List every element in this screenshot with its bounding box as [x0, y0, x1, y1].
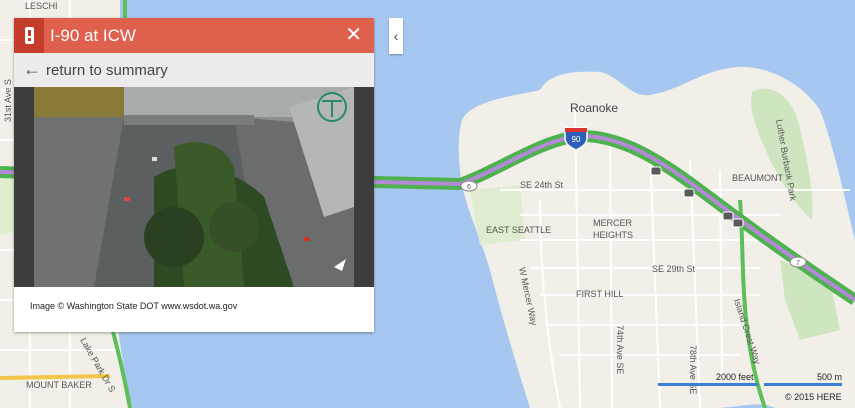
image-credit: Image © Washington State DOT www.wsdot.w…	[30, 301, 238, 311]
svg-text:7: 7	[796, 260, 800, 267]
collapse-panel-button[interactable]: ‹	[389, 18, 403, 54]
scale-line-meters	[764, 383, 842, 386]
label-leschi: LESCHI	[25, 1, 58, 11]
scale-meters-label: 500 m	[816, 372, 842, 382]
camera-marker-2[interactable]	[683, 188, 695, 198]
camera-marker-4[interactable]	[732, 218, 744, 228]
label-31st-ave: 31st Ave S	[3, 79, 13, 122]
back-arrow-icon: ←	[23, 59, 41, 79]
traffic-camera-image[interactable]	[34, 87, 354, 287]
i90-shield-label: 90	[572, 135, 581, 144]
label-roanoke: Roanoke	[570, 101, 618, 115]
camera-marker-3[interactable]	[722, 211, 734, 221]
label-se-29th: SE 29th St	[652, 264, 696, 274]
traffic-camera-panel: I-90 at ICW ✕ ← return to summary Image …	[14, 18, 374, 332]
route-7-shield: 7	[789, 256, 807, 268]
panel-header: I-90 at ICW ✕	[14, 18, 374, 53]
map-copyright: © 2015 HERE	[785, 392, 842, 402]
label-74th-ave: 74th Ave SE	[615, 325, 625, 374]
return-to-summary-label: return to summary	[46, 62, 168, 79]
label-mercer-heights-2: HEIGHTS	[593, 230, 633, 240]
close-button[interactable]: ✕	[345, 25, 362, 45]
camera-marker-1[interactable]	[650, 166, 662, 176]
label-first-hill: FIRST HILL	[576, 289, 623, 299]
chevron-left-icon: ‹	[393, 28, 399, 44]
panel-title: I-90 at ICW	[50, 26, 136, 45]
label-east-seattle: EAST SEATTLE	[486, 225, 551, 235]
alert-icon	[14, 18, 44, 53]
scale-line-feet	[658, 383, 758, 386]
return-to-summary-link[interactable]: ← return to summary	[14, 53, 374, 87]
route-6-shield: 6	[460, 180, 478, 192]
scale-feet-label: 2000 feet	[716, 372, 754, 382]
scale-bar: 2000 feet 500 m	[658, 372, 848, 392]
label-beaumont: BEAUMONT	[732, 173, 784, 183]
svg-text:6: 6	[467, 184, 471, 191]
label-mercer-heights-1: MERCER	[593, 218, 633, 228]
label-mount-baker: MOUNT BAKER	[26, 380, 92, 390]
camera-image-frame	[14, 87, 374, 287]
label-se-24th: SE 24th St	[520, 180, 564, 190]
